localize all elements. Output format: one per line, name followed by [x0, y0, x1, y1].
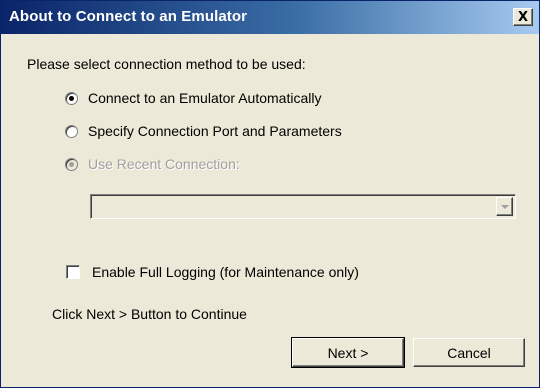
radio-button-icon[interactable] [65, 91, 78, 105]
enable-logging-option[interactable]: Enable Full Logging (for Maintenance onl… [66, 264, 359, 280]
radio-label: Specify Connection Port and Parameters [88, 123, 342, 139]
dropdown-button [496, 197, 513, 216]
radio-button-icon[interactable] [65, 124, 78, 138]
radio-use-recent: Use Recent Connection: [65, 156, 240, 172]
chevron-down-icon [501, 205, 509, 209]
close-button[interactable]: X [513, 8, 533, 26]
radio-label: Use Recent Connection: [88, 156, 240, 172]
connect-dialog: About to Connect to an Emulator X Please… [0, 0, 540, 388]
continue-hint: Click Next > Button to Continue [52, 306, 247, 322]
prompt-label: Please select connection method to be us… [27, 56, 306, 72]
next-button[interactable]: Next > [291, 337, 405, 368]
close-icon: X [517, 9, 529, 25]
enable-logging-label: Enable Full Logging (for Maintenance onl… [92, 264, 359, 280]
cancel-button[interactable]: Cancel [413, 338, 525, 367]
enable-logging-checkbox[interactable] [66, 265, 80, 279]
recent-connection-select [90, 194, 516, 219]
radio-button-icon [65, 157, 78, 171]
radio-specify-port[interactable]: Specify Connection Port and Parameters [65, 123, 342, 139]
radio-connect-automatically[interactable]: Connect to an Emulator Automatically [65, 90, 321, 106]
radio-label: Connect to an Emulator Automatically [88, 90, 322, 106]
dialog-title: About to Connect to an Emulator [9, 8, 248, 25]
title-bar: About to Connect to an Emulator X [1, 1, 539, 34]
